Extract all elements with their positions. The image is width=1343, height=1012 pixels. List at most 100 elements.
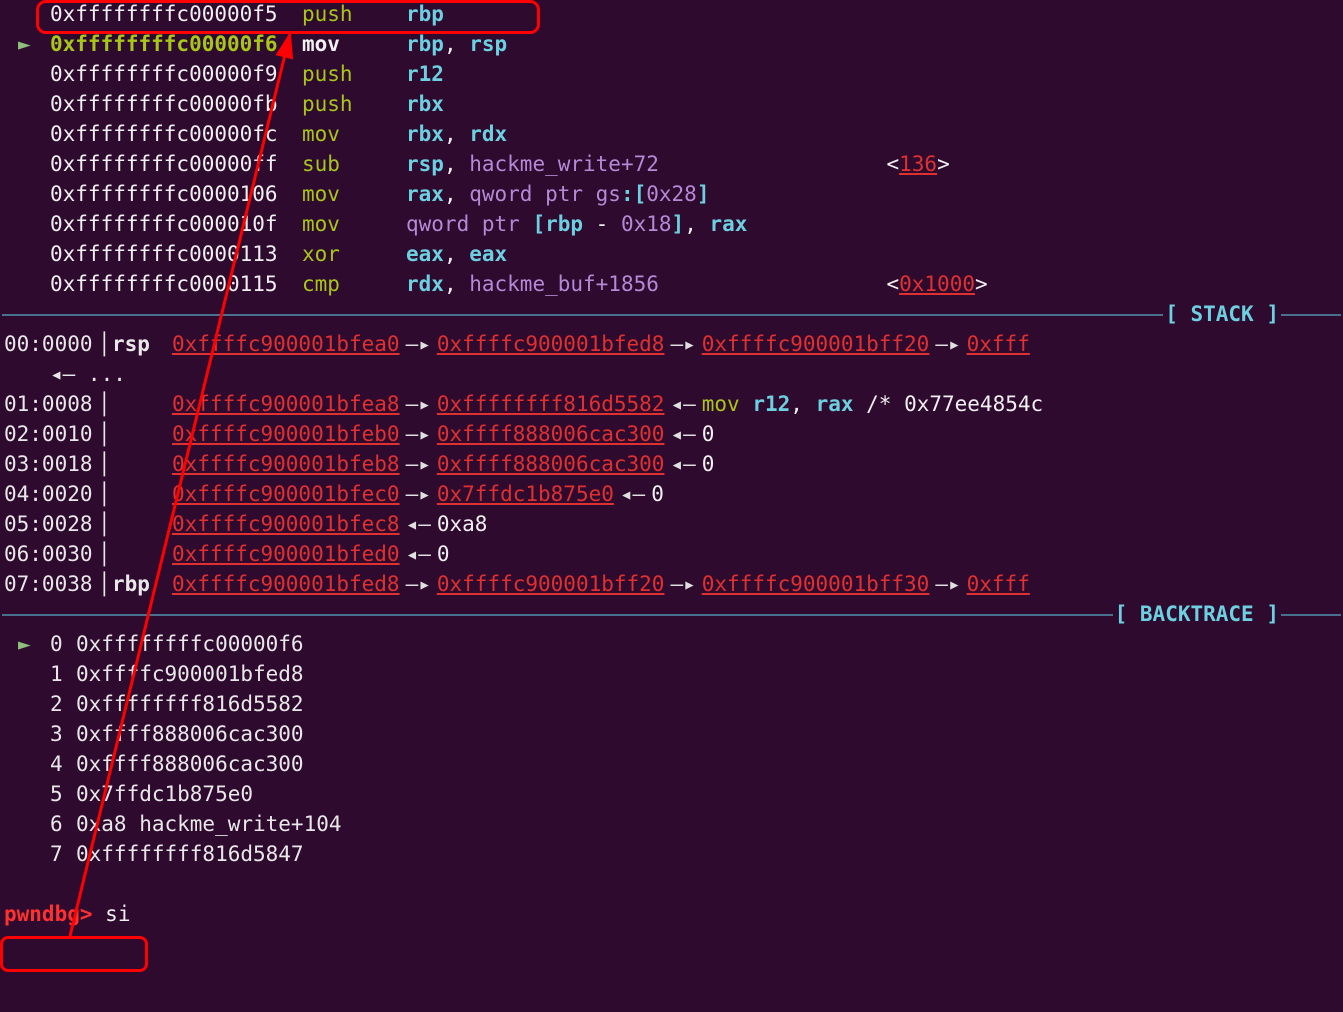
instruction-operands: eax, eax bbox=[406, 240, 507, 270]
frame-index: 2 bbox=[50, 690, 76, 720]
stack-line: 04:0020│ 0xffffc900001bfec0—▸0x7ffdc1b875… bbox=[2, 480, 1341, 510]
deref-arrow: —▸ bbox=[664, 572, 701, 596]
stack-line: 01:0008│0xffffc900001bfea8—▸0xffffffff81… bbox=[2, 390, 1341, 420]
deref-arrow: ◂— bbox=[614, 482, 651, 506]
disasm-line: 0xffffffffc00000f9pushr12 bbox=[2, 60, 1341, 90]
frame-index: 6 bbox=[50, 810, 76, 840]
deref-arrow: —▸ bbox=[400, 422, 437, 446]
deref-arrow: —▸ bbox=[400, 452, 437, 476]
stack-offset: 01:0008 bbox=[2, 390, 98, 420]
instruction-address: 0xffffffffc00000ff bbox=[2, 150, 302, 180]
frame-address: 0xffff888006cac300 bbox=[76, 750, 304, 780]
frame-address: 0xffffffff816d5847 bbox=[76, 840, 304, 870]
stack-value: /* 0x77ee4854c bbox=[854, 392, 1044, 416]
stack-chain: 0xffffc900001bfeb0—▸0xffff888006cac300◂—… bbox=[172, 420, 714, 450]
backtrace-frame: 10xffffc900001bfed8 bbox=[2, 660, 1341, 690]
instruction-operands: rsp, hackme_write+72 bbox=[406, 150, 659, 180]
frame-index: 3 bbox=[50, 720, 76, 750]
stack-chain: 0xffffc900001bfeb8—▸0xffff888006cac300◂—… bbox=[172, 450, 714, 480]
stack-value: 0xfff bbox=[967, 572, 1030, 596]
annotation-box-prompt bbox=[0, 936, 148, 972]
stack-value: 0xffffc900001bfea0 bbox=[172, 332, 400, 356]
stack-value: 0xffffc900001bfeb0 bbox=[172, 422, 400, 446]
backtrace-frame: 30xffff888006cac300 bbox=[2, 720, 1341, 750]
stack-value: 0xffffc900001bfea8 bbox=[172, 392, 400, 416]
deref-arrow: —▸ bbox=[929, 572, 966, 596]
deref-arrow: —▸ bbox=[400, 482, 437, 506]
stack-value: 0xffffc900001bfed0 bbox=[172, 542, 400, 566]
stack-chain: 0xffffc900001bfec8◂—0xa8 bbox=[172, 510, 487, 540]
frame-address: 0xffff888006cac300 bbox=[76, 720, 304, 750]
disasm-line: 0xffffffffc00000fcmovrbx, rdx bbox=[2, 120, 1341, 150]
instruction-ref: <136> bbox=[886, 150, 949, 180]
stack-value: 0xffffc900001bfed8 bbox=[437, 332, 665, 356]
stack-offset: 00:0000 bbox=[2, 330, 98, 360]
prompt-line[interactable]: pwndbg> si bbox=[0, 900, 1343, 930]
frame-address: 0xffffffff816d5582 bbox=[76, 690, 304, 720]
instruction-mnemonic: push bbox=[302, 60, 406, 90]
stack-value: r12 bbox=[752, 392, 790, 416]
instruction-address: 0xffffffffc00000fb bbox=[2, 90, 302, 120]
stack-line: 03:0018│0xffffc900001bfeb8—▸0xffff888006… bbox=[2, 450, 1341, 480]
stack-value: 0 bbox=[702, 422, 715, 446]
instruction-address: 0xffffffffc0000113 bbox=[2, 240, 302, 270]
deref-arrow: ◂— bbox=[664, 452, 701, 476]
stack-value: 0xffffc900001bfec0 bbox=[172, 482, 400, 506]
stack-value: rax bbox=[816, 392, 854, 416]
current-frame-marker: ► bbox=[18, 630, 31, 660]
stack-value: 0xffffc900001bff20 bbox=[702, 332, 930, 356]
instruction-mnemonic: xor bbox=[302, 240, 406, 270]
instruction-ref: <0x1000> bbox=[886, 270, 987, 300]
stack-value: 0xa8 bbox=[437, 512, 488, 536]
frame-address: 0xffffffffc00000f6 bbox=[76, 630, 304, 660]
stack-line: 07:0038│rbp0xffffc900001bfed8—▸0xffffc90… bbox=[2, 570, 1341, 600]
deref-arrow: —▸ bbox=[400, 332, 437, 356]
stack-value: 0xffffc900001bfed8 bbox=[172, 572, 400, 596]
stack-value: 0xffffc900001bfeb8 bbox=[172, 452, 400, 476]
frame-address: 0x7ffdc1b875e0 bbox=[76, 780, 253, 810]
disasm-line: ►0xffffffffc00000f6movrbp, rsp bbox=[2, 30, 1341, 60]
stack-offset: 04:0020 bbox=[2, 480, 98, 510]
frame-index: 1 bbox=[50, 660, 76, 690]
stack-chain: 0xffffc900001bfed0◂—0 bbox=[172, 540, 450, 570]
backtrace-separator: [ BACKTRACE ] bbox=[0, 600, 1343, 630]
stack-value: mov bbox=[702, 392, 753, 416]
stack-value: 0xffff888006cac300 bbox=[437, 452, 665, 476]
instruction-operands: qword ptr [rbp - 0x18], rax bbox=[406, 210, 747, 240]
stack-offset: 07:0038 bbox=[2, 570, 98, 600]
stack-register: rsp bbox=[112, 330, 172, 360]
stack-line: 06:0030│0xffffc900001bfed0◂—0 bbox=[2, 540, 1341, 570]
stack-bar: │ bbox=[98, 480, 112, 510]
stack-bar: │ bbox=[98, 420, 112, 450]
stack-value: 0xfff bbox=[967, 332, 1030, 356]
instruction-mnemonic: mov bbox=[302, 120, 406, 150]
deref-arrow: —▸ bbox=[400, 572, 437, 596]
stack-pane: 00:0000│rsp0xffffc900001bfea0—▸0xffffc90… bbox=[0, 330, 1343, 600]
frame-address: 0xffffc900001bfed8 bbox=[76, 660, 304, 690]
prompt-command[interactable]: si bbox=[105, 900, 130, 930]
backtrace-frame: 20xffffffff816d5582 bbox=[2, 690, 1341, 720]
stack-line: 00:0000│rsp0xffffc900001bfea0—▸0xffffc90… bbox=[2, 330, 1341, 360]
instruction-address: 0xffffffffc00000fc bbox=[2, 120, 302, 150]
frame-index: 4 bbox=[50, 750, 76, 780]
stack-offset: 05:0028 bbox=[2, 510, 98, 540]
frame-index: 5 bbox=[50, 780, 76, 810]
disasm-line: 0xffffffffc0000115cmprdx, hackme_buf+185… bbox=[2, 270, 1341, 300]
disassembly-pane: 0xffffffffc00000f5pushrbp►0xffffffffc000… bbox=[0, 0, 1343, 300]
instruction-operands: rbp, rsp bbox=[406, 30, 507, 60]
stack-separator: [ STACK ] bbox=[0, 300, 1343, 330]
instruction-mnemonic: mov bbox=[302, 180, 406, 210]
frame-index: 7 bbox=[50, 840, 76, 870]
stack-value: 0xffffffff816d5582 bbox=[437, 392, 665, 416]
stack-value: 0x7ffdc1b875e0 bbox=[437, 482, 614, 506]
stack-offset: 02:0010 bbox=[2, 420, 98, 450]
instruction-address: 0xffffffffc0000106 bbox=[2, 180, 302, 210]
instruction-mnemonic: sub bbox=[302, 150, 406, 180]
disasm-line: 0xffffffffc00000f5pushrbp bbox=[2, 0, 1341, 30]
stack-bar: │ bbox=[98, 510, 112, 540]
stack-value: 0xffff888006cac300 bbox=[437, 422, 665, 446]
disasm-line: 0xffffffffc00000ffsubrsp, hackme_write+7… bbox=[2, 150, 1341, 180]
stack-chain: 0xffffc900001bfea8—▸0xffffffff816d5582◂—… bbox=[172, 390, 1043, 420]
stack-value: 0 bbox=[651, 482, 664, 506]
stack-line: ◂— ... bbox=[2, 360, 1341, 390]
